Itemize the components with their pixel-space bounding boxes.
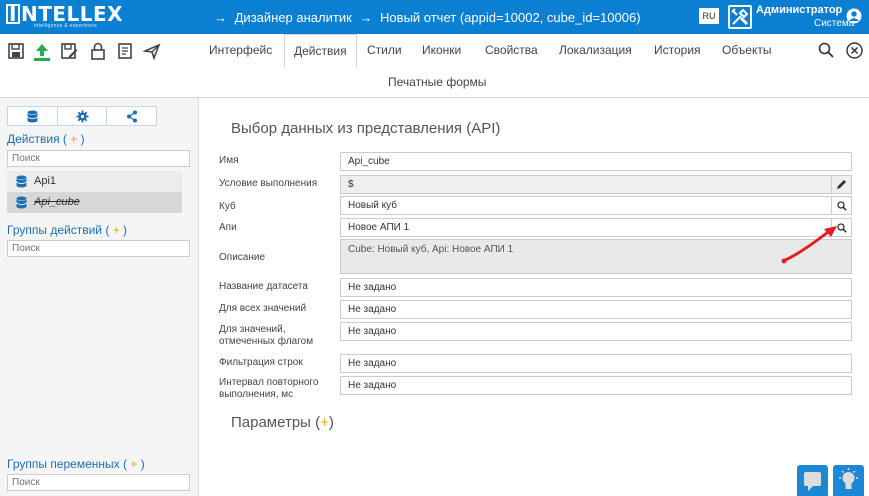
breadcrumb-arrow: → xyxy=(214,10,227,25)
add-parameter-button[interactable]: + xyxy=(320,414,329,431)
cube-value: Новый куб xyxy=(348,200,397,211)
add-action-group-button[interactable]: + xyxy=(113,223,120,237)
field-label: Для всех значений xyxy=(219,303,307,314)
field-label: Интервал повторного выполнения, мс xyxy=(219,377,319,400)
admin-tools-icon[interactable] xyxy=(728,5,752,29)
close-icon[interactable] xyxy=(846,42,863,59)
chat-button[interactable] xyxy=(797,465,828,496)
retry-interval-field[interactable]: Не задано xyxy=(340,376,852,395)
action-groups-search-input[interactable] xyxy=(7,240,190,257)
lightbulb-icon[interactable] xyxy=(833,465,864,496)
field-label: Описание xyxy=(219,252,266,263)
tab-styles[interactable]: Стили xyxy=(358,34,411,67)
name-field[interactable]: Api_cube xyxy=(340,152,852,171)
parameters-title: Параметры (+) xyxy=(231,414,334,431)
annotation-arrow-icon xyxy=(781,226,837,264)
list-item[interactable]: Api_cube xyxy=(7,192,182,213)
upload-icon[interactable] xyxy=(32,42,50,61)
tab-objects[interactable]: Объекты xyxy=(713,34,781,67)
breadcrumb-arrow: → xyxy=(359,10,373,25)
logo-initial: I xyxy=(6,4,20,24)
lock-icon[interactable] xyxy=(89,42,107,60)
flagged-values-field[interactable]: Не задано xyxy=(340,322,852,341)
database-icon[interactable] xyxy=(8,107,58,125)
tab-interface[interactable]: Интерфейс xyxy=(200,34,281,67)
edit-pencil-icon[interactable] xyxy=(831,176,851,193)
document-icon[interactable] xyxy=(116,42,134,60)
logo-tagline: intelligence & experience xyxy=(34,23,98,29)
row-filter-field[interactable]: Не задано xyxy=(340,354,852,373)
database-icon xyxy=(16,175,27,188)
database-icon xyxy=(16,196,27,209)
tab-history[interactable]: История xyxy=(645,34,710,67)
field-label: Имя xyxy=(219,155,239,166)
list-item-label: Api1 xyxy=(34,175,57,187)
tab-localization[interactable]: Локализация xyxy=(550,34,641,67)
field-label: Апи xyxy=(219,222,237,233)
add-action-button[interactable]: + xyxy=(70,132,77,146)
save-as-icon[interactable] xyxy=(60,42,78,60)
field-label: Фильтрация строк xyxy=(219,357,303,368)
field-label: Название датасета xyxy=(219,281,308,292)
toolbar: Интерфейс Действия Стили Иконки Свойства… xyxy=(0,34,869,98)
tab-icons[interactable]: Иконки xyxy=(413,34,470,67)
main-panel: Выбор данных из представления (API) Имя … xyxy=(200,98,869,496)
condition-value: $ xyxy=(348,179,354,190)
cube-search-icon[interactable] xyxy=(831,197,851,214)
actions-search-input[interactable] xyxy=(7,150,190,167)
field-label: Куб xyxy=(219,201,236,212)
search-icon[interactable] xyxy=(818,42,834,58)
dataset-name-field[interactable]: Не задано xyxy=(340,278,852,297)
all-values-field[interactable]: Не задано xyxy=(340,300,852,319)
tab-print-forms[interactable]: Печатные формы xyxy=(388,75,486,89)
variable-groups-search-input[interactable] xyxy=(7,474,190,491)
variable-groups-title: Группы переменных ( + ) xyxy=(7,457,145,471)
sidebar-tabs xyxy=(7,106,157,126)
field-label: Для значений, отмеченных флагом xyxy=(219,324,314,347)
description-field[interactable]: Cube: Новый куб, Api: Новое АПИ 1 xyxy=(340,239,852,274)
send-icon[interactable] xyxy=(142,42,161,61)
intellex-logo[interactable]: I NTELLEX intelligence & experience xyxy=(6,4,128,30)
tab-actions[interactable]: Действия xyxy=(284,34,357,68)
list-item[interactable]: Api1 xyxy=(7,171,182,192)
page-title: Выбор данных из представления (API) xyxy=(231,120,501,137)
save-icon[interactable] xyxy=(7,42,25,60)
sidebar: Действия ( + ) Api1 Api_cube Группы дейс… xyxy=(0,98,199,496)
add-variable-group-button[interactable]: + xyxy=(130,457,137,471)
gear-icon[interactable] xyxy=(58,107,108,125)
language-button[interactable]: RU xyxy=(699,8,719,24)
condition-field[interactable]: $ xyxy=(340,175,852,194)
api-value: Новое АПИ 1 xyxy=(348,222,410,233)
user-name[interactable]: Администратор xyxy=(756,4,842,16)
action-groups-title: Группы действий ( + ) xyxy=(7,223,128,237)
actions-title: Действия ( + ) xyxy=(7,132,85,146)
breadcrumb: → Дизайнер аналитик → Новый отчет (appid… xyxy=(214,10,645,25)
field-label: Условие выполнения xyxy=(219,178,318,189)
tab-properties[interactable]: Свойства xyxy=(476,34,547,67)
cube-field[interactable]: Новый куб xyxy=(340,196,852,215)
breadcrumb-designer[interactable]: Дизайнер аналитик xyxy=(235,10,352,25)
breadcrumb-report[interactable]: Новый отчет (appid=10002, cube_id=10006) xyxy=(380,10,641,25)
share-icon[interactable] xyxy=(107,107,156,125)
top-bar: I NTELLEX intelligence & experience → Диз… xyxy=(0,0,869,34)
api-field[interactable]: Новое АПИ 1 xyxy=(340,218,852,237)
list-item-label: Api_cube xyxy=(34,196,80,208)
user-avatar-icon[interactable] xyxy=(846,8,862,24)
